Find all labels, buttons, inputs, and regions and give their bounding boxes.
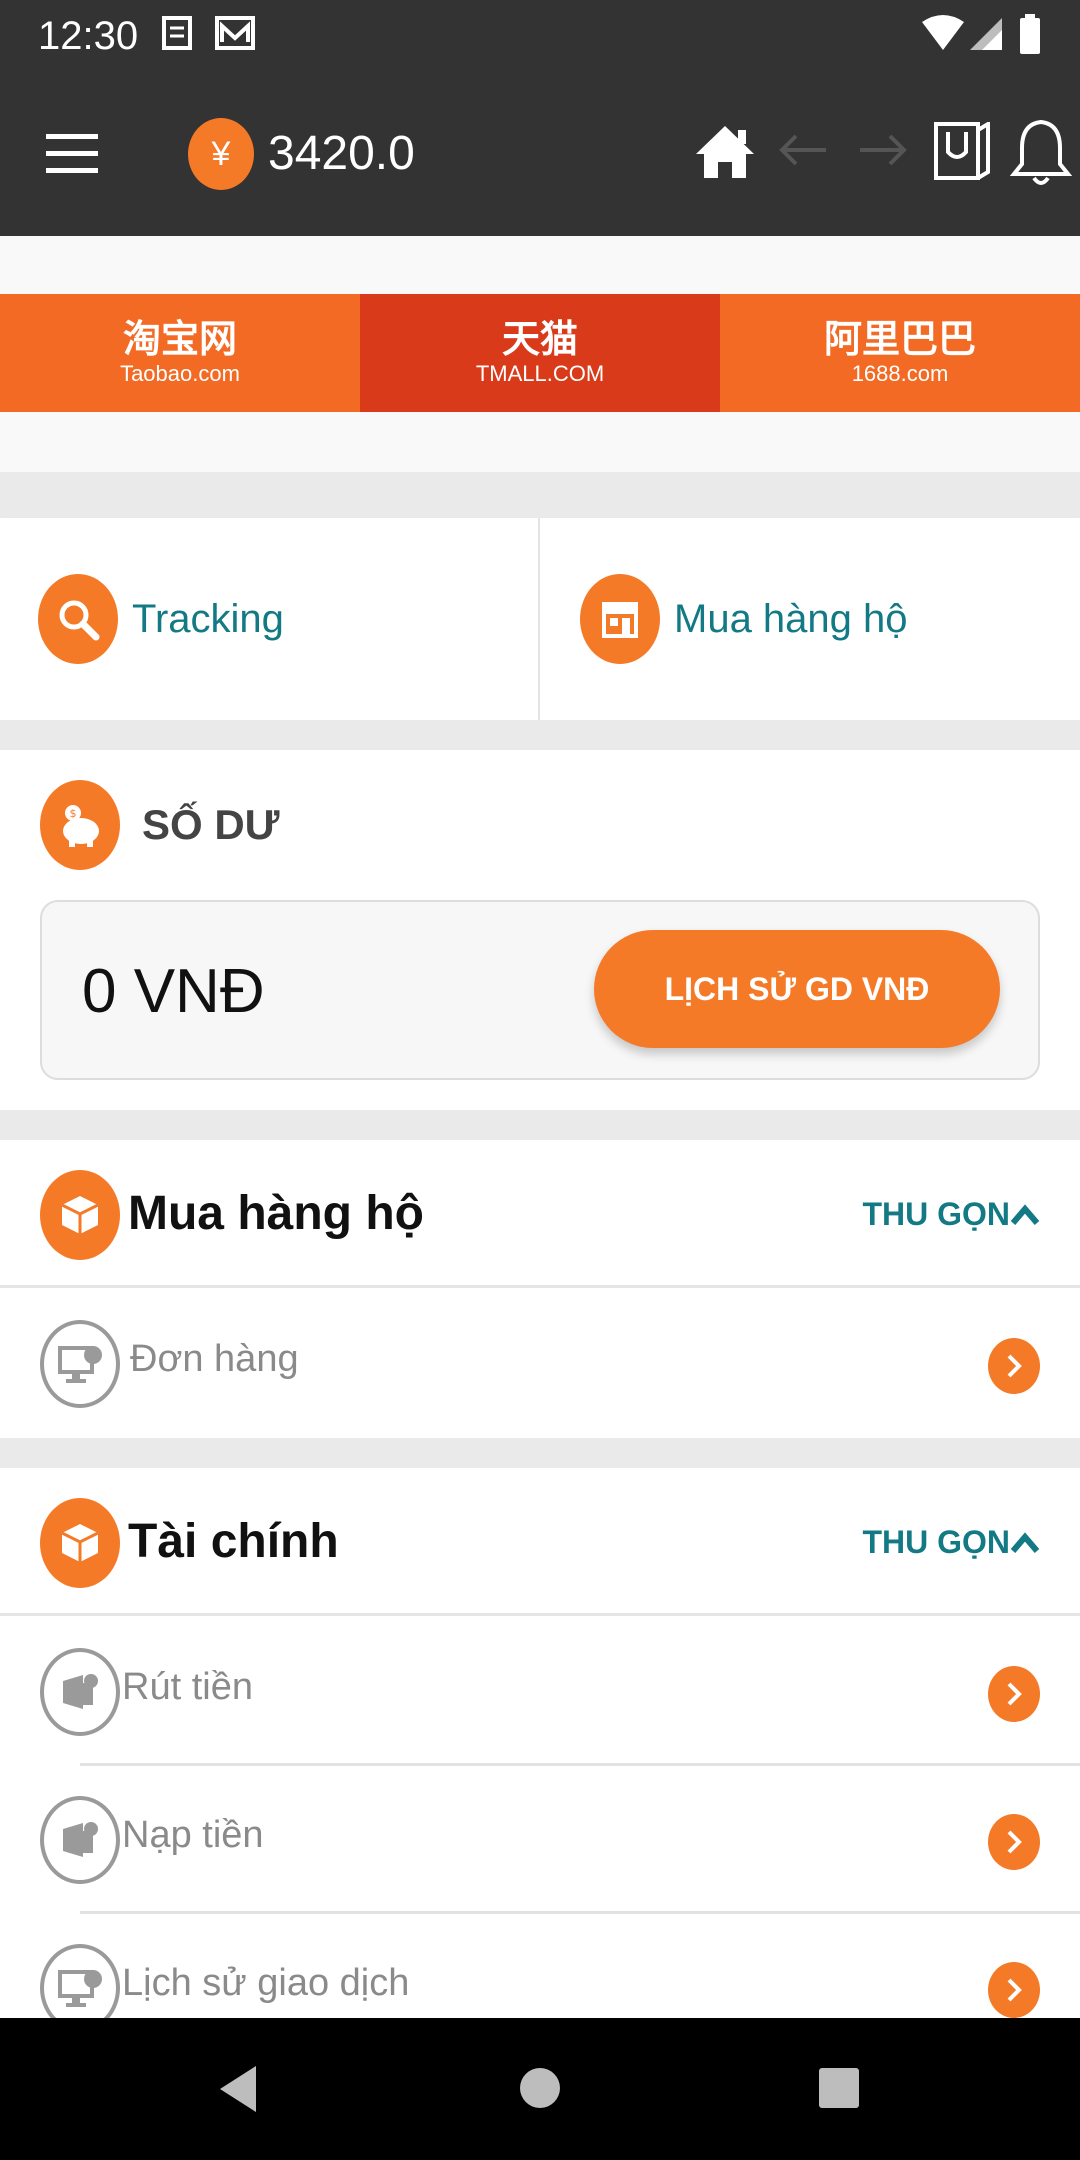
alibaba-banner[interactable]: 阿里巴巴 1688.com bbox=[720, 294, 1080, 412]
status-time: 12:30 bbox=[38, 14, 139, 58]
list-item-deposit[interactable]: Nạp tiền bbox=[0, 1766, 1080, 1914]
taobao-banner-title: 淘宝网 bbox=[122, 319, 237, 361]
home-icon[interactable] bbox=[694, 122, 756, 180]
withdraw-label: Rút tiền bbox=[122, 1666, 253, 1708]
tmall-banner-domain: TMALL.COM bbox=[475, 361, 605, 386]
finance-section-header: Tài chính THU GỌN bbox=[0, 1468, 1080, 1616]
mail-notification-icon bbox=[215, 16, 255, 50]
back-arrow-icon[interactable] bbox=[776, 132, 830, 168]
system-nav-bar bbox=[0, 2018, 1080, 2160]
alibaba-banner-domain: 1688.com bbox=[851, 361, 949, 386]
screen: 12:30 ¥ 3420.0 淘宝网 Taobao.com 天猫 TMALL.C… bbox=[0, 0, 1080, 2160]
chevron-right-icon bbox=[988, 1666, 1040, 1722]
chevron-right-icon bbox=[988, 1814, 1040, 1870]
menu-icon[interactable] bbox=[46, 132, 98, 176]
deposit-label: Nạp tiền bbox=[122, 1814, 264, 1856]
divider bbox=[538, 518, 540, 720]
transaction-history-button[interactable]: LỊCH SỬ GD VNĐ bbox=[594, 930, 1000, 1048]
list-item-withdraw[interactable]: Rút tiền bbox=[0, 1618, 1080, 1766]
wallet-icon bbox=[40, 1796, 120, 1884]
balance-title: SỐ DƯ bbox=[142, 801, 280, 848]
wallet-icon bbox=[40, 1648, 120, 1736]
purchase-section-header: Mua hàng hộ THU GỌN bbox=[0, 1140, 1080, 1288]
separator bbox=[0, 1110, 1080, 1140]
purchase-section-title: Mua hàng hộ bbox=[128, 1187, 424, 1240]
taobao-banner-domain: Taobao.com bbox=[120, 361, 240, 386]
store-icon bbox=[580, 574, 660, 664]
yuan-coin-icon: ¥ bbox=[188, 118, 254, 190]
collapse-label: THU GỌN bbox=[862, 1196, 1010, 1232]
taobao-banner[interactable]: 淘宝网 Taobao.com bbox=[0, 294, 360, 412]
piggy-bank-icon: $ bbox=[40, 780, 120, 870]
orders-label: Đơn hàng bbox=[130, 1338, 299, 1380]
svg-text:$: $ bbox=[70, 807, 77, 820]
app-bar bbox=[0, 70, 1080, 236]
buy-for-me-button[interactable]: Mua hàng hộ bbox=[580, 574, 908, 664]
wifi-icon bbox=[922, 15, 964, 50]
separator bbox=[0, 1438, 1080, 1468]
search-icon bbox=[38, 574, 118, 664]
chevron-right-icon bbox=[988, 1962, 1040, 2018]
balance-card: $ SỐ DƯ 0 VNĐ LỊCH SỬ GD VNĐ bbox=[0, 750, 1080, 1110]
balance-box: 0 VNĐ LỊCH SỬ GD VNĐ bbox=[40, 900, 1040, 1080]
finance-collapse-toggle[interactable]: THU GỌN bbox=[862, 1524, 1040, 1561]
back-nav-icon[interactable] bbox=[216, 2064, 260, 2114]
tmall-banner-title: 天猫 bbox=[501, 319, 578, 361]
buy-for-me-label: Mua hàng hộ bbox=[674, 596, 908, 641]
cart-bag-icon[interactable] bbox=[934, 122, 990, 182]
balance-header: $ SỐ DƯ bbox=[40, 780, 280, 870]
box-icon bbox=[40, 1170, 120, 1260]
list-item-orders[interactable]: Đơn hàng bbox=[0, 1290, 1080, 1438]
tmall-banner[interactable]: 天猫 TMALL.COM bbox=[360, 294, 720, 412]
separator bbox=[0, 720, 1080, 750]
forward-arrow-icon[interactable] bbox=[856, 132, 910, 168]
battery-icon bbox=[1020, 14, 1040, 54]
status-bar: 12:30 bbox=[0, 0, 1080, 70]
tracking-button[interactable]: Tracking bbox=[38, 574, 284, 664]
bell-icon[interactable] bbox=[1010, 118, 1072, 188]
monitor-icon bbox=[40, 1320, 120, 1408]
purchase-collapse-toggle[interactable]: THU GỌN bbox=[862, 1196, 1040, 1233]
home-nav-icon[interactable] bbox=[518, 2066, 562, 2110]
box-icon bbox=[40, 1498, 120, 1588]
recents-nav-icon[interactable] bbox=[818, 2066, 860, 2110]
yuan-balance: 3420.0 bbox=[268, 127, 415, 180]
finance-section: Tài chính THU GỌN Rút tiền Nạp tiền Lịch… bbox=[0, 1468, 1080, 2032]
chevron-up-icon bbox=[1010, 1531, 1040, 1553]
chevron-up-icon bbox=[1010, 1203, 1040, 1225]
alibaba-banner-title: 阿里巴巴 bbox=[823, 319, 976, 361]
collapse-label: THU GỌN bbox=[862, 1524, 1010, 1560]
transaction-history-label: Lịch sử giao dịch bbox=[122, 1962, 410, 2004]
balance-amount: 0 VNĐ bbox=[82, 957, 265, 1026]
signal-icon bbox=[970, 18, 1002, 50]
news-notification-icon bbox=[162, 16, 192, 50]
chevron-right-icon bbox=[988, 1338, 1040, 1394]
separator bbox=[0, 472, 1080, 518]
finance-section-title: Tài chính bbox=[128, 1515, 339, 1568]
purchase-section: Mua hàng hộ THU GỌN Đơn hàng bbox=[0, 1140, 1080, 1438]
quick-actions: Tracking Mua hàng hộ bbox=[0, 518, 1080, 720]
tracking-label: Tracking bbox=[132, 596, 284, 641]
